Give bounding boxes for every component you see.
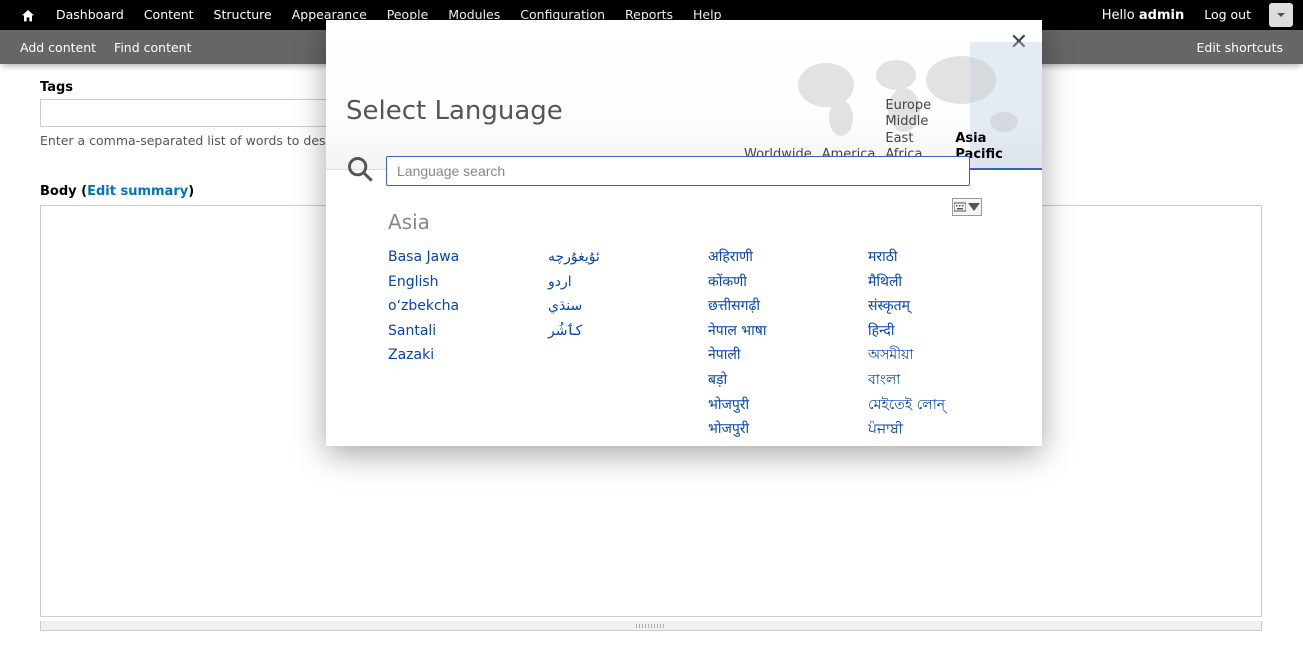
lang-link[interactable]: संस्कृतम् xyxy=(868,297,988,317)
language-columns: Basa Jawa English oʻzbekcha Santali Zaza… xyxy=(388,248,1014,440)
shortcut-find-content[interactable]: Find content xyxy=(114,40,191,55)
lang-link[interactable]: मैथिली xyxy=(868,273,988,293)
logout-link[interactable]: Log out xyxy=(1194,0,1261,30)
lang-link[interactable]: বাংলা xyxy=(868,371,988,391)
lang-link[interactable]: छत्तीसगढ़ी xyxy=(708,297,828,317)
lang-link[interactable]: भोजपुरी xyxy=(708,396,828,416)
language-search-input[interactable] xyxy=(386,156,970,186)
lang-link[interactable]: बड़ो xyxy=(708,371,828,391)
toolbar-dashboard[interactable]: Dashboard xyxy=(46,0,134,30)
edit-shortcuts[interactable]: Edit shortcuts xyxy=(1196,40,1283,55)
toolbar-structure[interactable]: Structure xyxy=(204,0,282,30)
lang-link[interactable]: Santali xyxy=(388,322,508,342)
edit-summary-link[interactable]: Edit summary xyxy=(87,184,188,199)
lang-link[interactable]: کٲشُر xyxy=(548,322,668,342)
lang-link[interactable]: اردو xyxy=(548,273,668,293)
lang-link[interactable]: अहिराणी xyxy=(708,248,828,268)
toolbar-content[interactable]: Content xyxy=(134,0,204,30)
lang-link[interactable]: Zazaki xyxy=(388,346,508,366)
region-heading: Asia xyxy=(388,210,1014,234)
shortcut-add-content[interactable]: Add content xyxy=(20,40,96,55)
modal-body[interactable]: Asia Basa Jawa English oʻzbekcha Santali… xyxy=(326,170,1042,446)
lang-link[interactable]: মেইতেই লোন্ xyxy=(868,396,988,416)
lang-link[interactable]: سنڌي xyxy=(548,297,668,317)
language-modal: ✕ Select Language Worldwide America Euro… xyxy=(326,20,1042,446)
lang-link[interactable]: नेपाल भाषा xyxy=(708,322,828,342)
lang-link[interactable]: ਪੰਜਾਬੀ xyxy=(868,420,988,440)
lang-link[interactable]: भोजपुरी xyxy=(708,420,828,440)
lang-link[interactable]: नेपाली xyxy=(708,346,828,366)
lang-link[interactable]: Basa Jawa xyxy=(388,248,508,268)
search-icon xyxy=(346,155,374,187)
lang-link[interactable]: कोंकणी xyxy=(708,273,828,293)
textarea-resize-handle[interactable] xyxy=(40,621,1262,631)
greeting: Hello admin xyxy=(1092,8,1194,23)
toolbar-dropdown[interactable] xyxy=(1269,3,1293,27)
lang-link[interactable]: English xyxy=(388,273,508,293)
lang-link[interactable]: oʻzbekcha xyxy=(388,297,508,317)
lang-link[interactable]: অসমীয়া xyxy=(868,346,988,366)
modal-header: ✕ Select Language Worldwide America Euro… xyxy=(326,20,1042,170)
lang-link[interactable]: हिन्दी xyxy=(868,322,988,342)
lang-link[interactable]: मराठी xyxy=(868,248,988,268)
lang-link[interactable]: ئۇيغۇرچە xyxy=(548,248,668,268)
home-icon[interactable] xyxy=(10,0,46,30)
